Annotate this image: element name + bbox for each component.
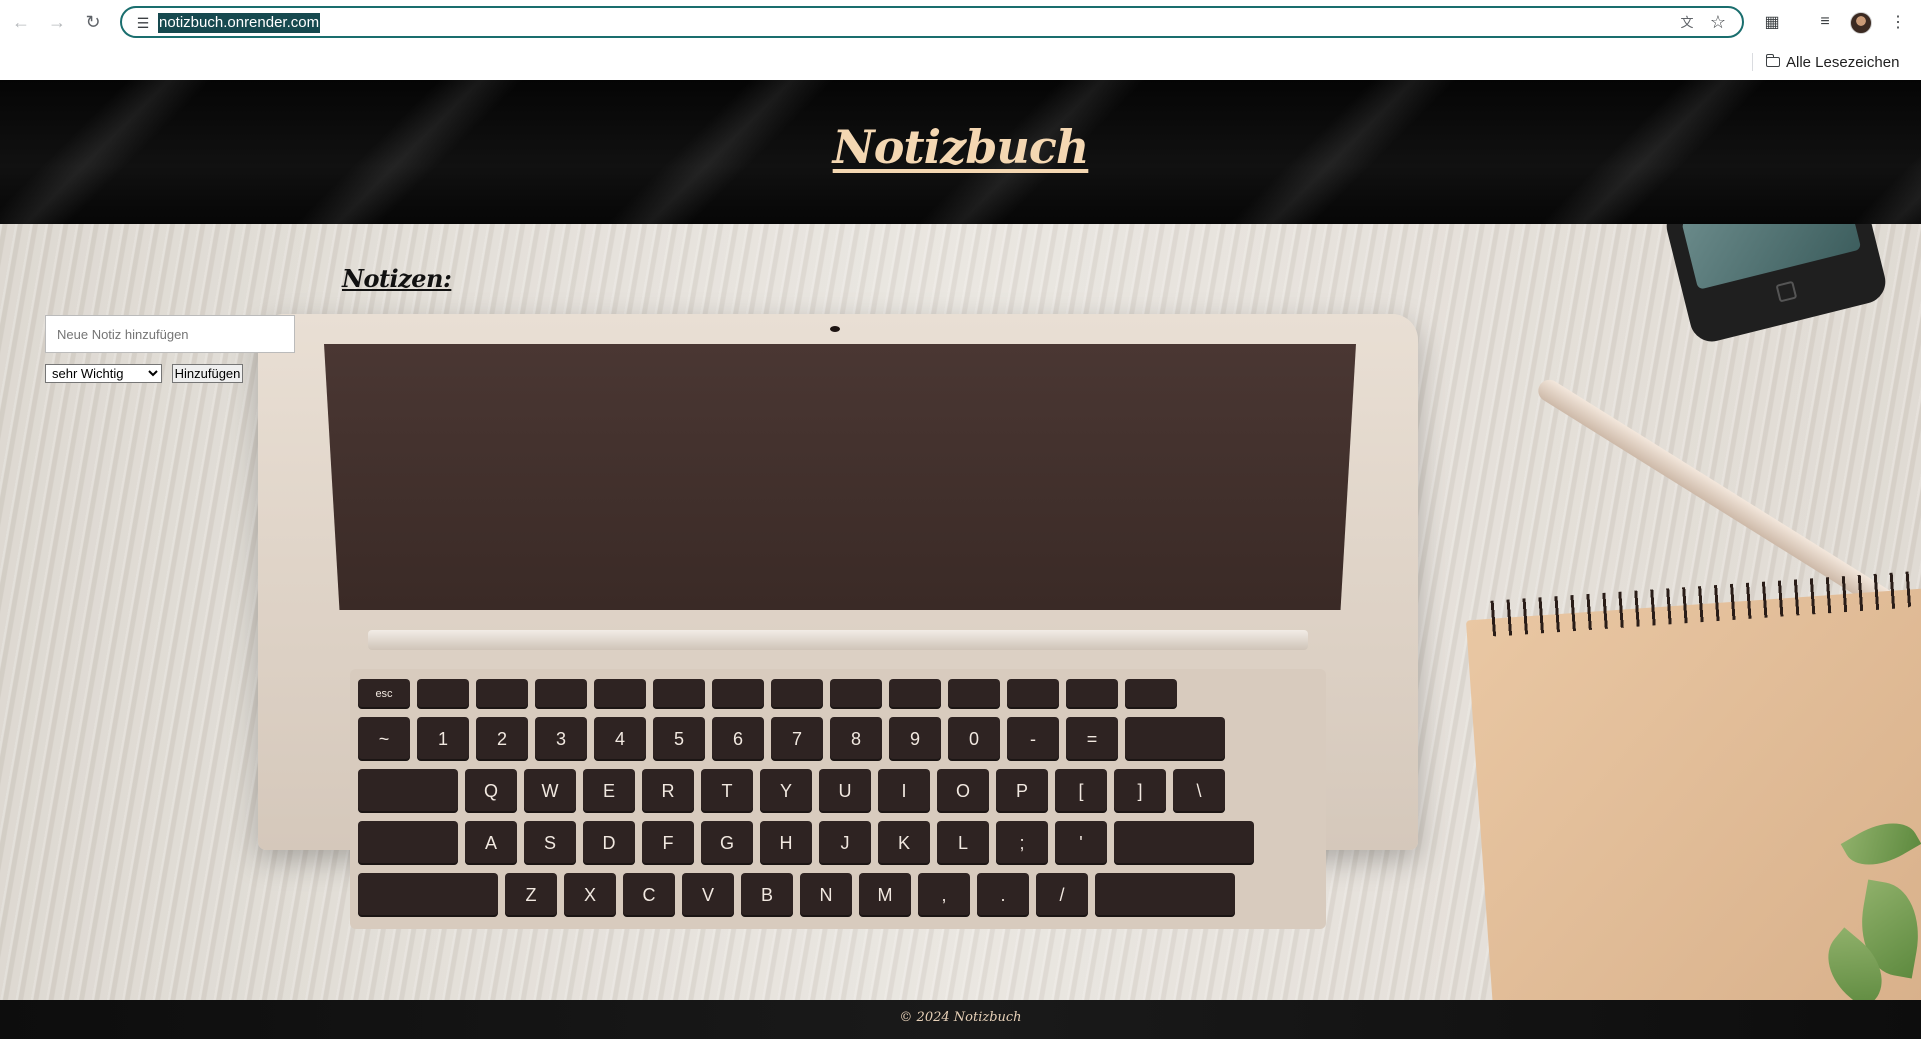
back-button[interactable]: ← (9, 10, 33, 34)
keyboard-image: esc ~1 2 3 4567 890- = QWE RTYU I O P[ ] \ (350, 669, 1326, 929)
avatar[interactable] (1850, 12, 1872, 34)
all-bookmarks-button[interactable]: Alle Lesezeichen (1765, 50, 1900, 74)
kebab-menu-icon: ⋮ (1890, 14, 1906, 31)
translate-icon[interactable]: 文 (1678, 14, 1696, 32)
site-title: Notizbuch (832, 120, 1090, 174)
browser-toolbar: ← → ↻ ☰ notizbuch.onrender.com 文 ☆ ▦ ≡ ⋮ (0, 0, 1921, 44)
site-header: Notizbuch (0, 80, 1921, 224)
main-content: esc ~1 2 3 4567 890- = QWE RTYU I O P[ ] \ (0, 224, 1921, 1000)
address-bar[interactable]: ☰ notizbuch.onrender.com 文 ☆ (120, 6, 1744, 38)
arrow-left-icon: ← (12, 11, 30, 32)
footer-text: © 2024 Notizbuch (899, 1010, 1022, 1025)
url-text[interactable]: notizbuch.onrender.com (158, 13, 321, 33)
star-icon[interactable]: ☆ (1708, 12, 1728, 32)
tune-icon[interactable]: ☰ (134, 14, 152, 32)
laptop-image: esc ~1 2 3 4567 890- = QWE RTYU I O P[ ] \ (258, 314, 1418, 929)
site-footer: © 2024 Notizbuch (0, 1000, 1921, 1039)
reload-button[interactable]: ↻ (81, 10, 105, 34)
menu-button[interactable]: ⋮ (1886, 10, 1910, 34)
puzzle-icon: ▦ (1764, 14, 1780, 31)
notes-heading: Notizen: (342, 263, 452, 293)
web-page: Notizbuch esc ~1 2 3 4567 8 9 0 - = Q W … (0, 80, 1921, 1039)
extensions-button[interactable]: ▦ (1760, 10, 1784, 34)
add-note-button[interactable]: Hinzufügen (172, 364, 243, 383)
arrow-right-icon: → (48, 11, 66, 32)
phone-image (1662, 224, 1890, 347)
media-button[interactable]: ≡ (1813, 10, 1837, 34)
media-queue-icon: ≡ (1820, 13, 1830, 30)
reload-icon: ↻ (85, 11, 101, 32)
bookmarks-divider (1752, 53, 1753, 71)
new-note-input[interactable] (45, 315, 295, 353)
forward-button[interactable]: → (45, 10, 69, 34)
all-bookmarks-label: Alle Lesezeichen (1786, 53, 1900, 71)
priority-select[interactable]: sehr Wichtig (45, 364, 162, 383)
folder-icon (1765, 54, 1780, 67)
bookmarks-bar: Alle Lesezeichen (0, 44, 1921, 80)
